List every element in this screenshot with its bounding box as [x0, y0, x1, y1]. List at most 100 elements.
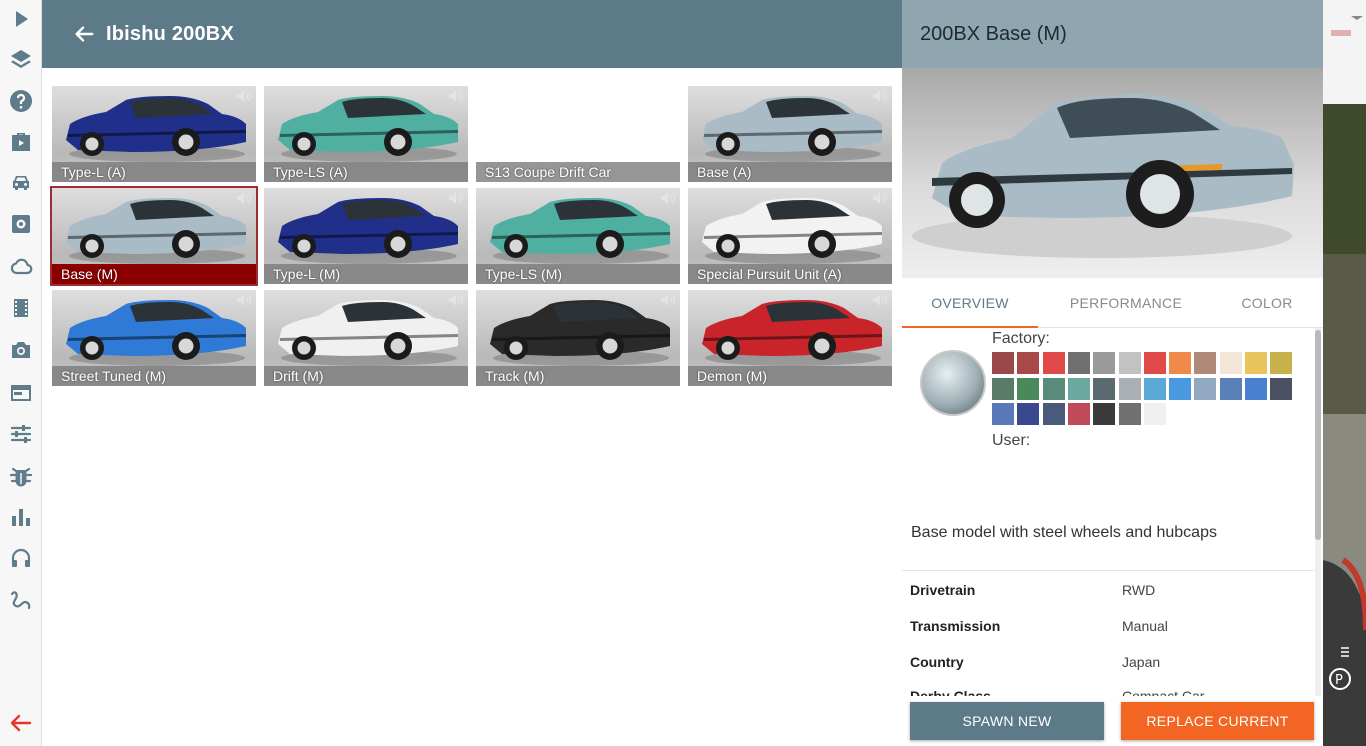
color-swatch[interactable]	[1067, 403, 1090, 425]
replace-current-button[interactable]: REPLACE CURRENT	[1121, 702, 1314, 740]
config-tile[interactable]: Base (M)	[50, 186, 258, 286]
config-tile[interactable]: Type-LS (A)	[264, 86, 468, 182]
performance-stats-button[interactable]	[0, 498, 42, 536]
car-thumbnail	[702, 198, 882, 264]
color-swatch[interactable]	[1093, 352, 1116, 374]
color-swatch[interactable]	[1017, 352, 1040, 374]
exit-button[interactable]	[0, 704, 42, 742]
detail-scrollbar-thumb[interactable]	[1315, 330, 1321, 540]
cloud-icon	[10, 258, 33, 275]
color-swatch[interactable]	[1245, 377, 1267, 400]
photo-mode-button[interactable]	[0, 331, 42, 369]
scenarios-button[interactable]	[0, 123, 42, 161]
spawn-new-button[interactable]: SPAWN NEW	[910, 702, 1104, 740]
color-swatch[interactable]	[1194, 352, 1217, 374]
environment-button[interactable]	[0, 247, 42, 285]
color-swatch[interactable]	[1143, 352, 1166, 374]
color-swatch[interactable]	[1042, 403, 1065, 425]
config-tile[interactable]: Demon (M)	[688, 290, 892, 386]
film-icon	[14, 299, 28, 317]
config-label: Special Pursuit Unit (A)	[688, 264, 892, 284]
config-tile[interactable]: Track (M)	[476, 290, 680, 386]
color-swatch[interactable]	[992, 403, 1014, 425]
paint-preview-sphere	[920, 350, 986, 416]
layers-icon	[11, 50, 31, 68]
help-icon	[10, 90, 32, 112]
play-icon	[16, 11, 28, 27]
speaker-icon	[237, 294, 252, 306]
tab-color[interactable]: COLOR	[1222, 284, 1312, 328]
vehicles-button[interactable]	[0, 164, 42, 202]
config-label: Type-L (A)	[52, 162, 256, 182]
config-label: Demon (M)	[688, 366, 892, 386]
tab-performance[interactable]: PERFORMANCE	[1052, 284, 1200, 328]
color-swatch[interactable]	[1093, 403, 1116, 425]
config-label: Type-L (M)	[264, 264, 468, 284]
vehicle-preview-image	[902, 68, 1323, 278]
color-swatch[interactable]	[1017, 403, 1040, 425]
debug-button[interactable]	[0, 457, 42, 495]
speaker-icon	[873, 192, 888, 204]
config-label: Base (A)	[688, 162, 892, 182]
play-button[interactable]	[0, 0, 42, 38]
user-colors-label: User:	[992, 432, 1031, 449]
color-swatch[interactable]	[1270, 377, 1293, 400]
color-swatch[interactable]	[1067, 352, 1090, 374]
color-swatch[interactable]	[992, 377, 1014, 400]
config-tile[interactable]: S13 Coupe Drift Car	[476, 86, 680, 182]
color-swatch[interactable]	[992, 352, 1014, 374]
color-swatch[interactable]	[1169, 377, 1192, 400]
color-swatch[interactable]	[1067, 377, 1090, 400]
audio-button[interactable]	[0, 539, 42, 577]
divider	[902, 570, 1314, 571]
config-tile[interactable]: Street Tuned (M)	[52, 290, 256, 386]
vehicle-header: Ibishu 200BX	[42, 0, 902, 68]
ui-apps-button[interactable]	[0, 374, 42, 412]
color-swatch[interactable]	[1118, 377, 1141, 400]
color-swatch[interactable]	[1017, 377, 1040, 400]
car-thumbnail	[66, 300, 246, 366]
color-swatch[interactable]	[1219, 377, 1242, 400]
color-swatch[interactable]	[1042, 377, 1065, 400]
color-swatch[interactable]	[1118, 403, 1141, 425]
color-swatch[interactable]	[1143, 377, 1166, 400]
help-button[interactable]	[0, 82, 42, 120]
color-swatch[interactable]	[1093, 377, 1116, 400]
vehicle-config-button[interactable]	[0, 205, 42, 243]
car-thumbnail	[278, 198, 458, 264]
color-swatch[interactable]	[1042, 352, 1065, 374]
briefcase-icon	[12, 133, 30, 151]
config-detail-panel: 200BX Base (M) OVERVIEW PERFORMANCE COLO…	[902, 0, 1323, 746]
config-label: S13 Coupe Drift Car	[476, 162, 680, 182]
back-button[interactable]	[64, 14, 104, 54]
speaker-icon	[449, 294, 464, 306]
replay-button[interactable]	[0, 289, 42, 327]
config-tile[interactable]: Type-L (M)	[264, 188, 468, 284]
config-label: Type-LS (A)	[264, 162, 468, 182]
game-viewport[interactable]: P	[1323, 0, 1366, 746]
config-tile[interactable]: Type-LS (M)	[476, 188, 680, 284]
color-swatch[interactable]	[1219, 352, 1242, 374]
color-swatch[interactable]	[1118, 352, 1141, 374]
speaker-icon	[449, 192, 464, 204]
color-swatch[interactable]	[1245, 352, 1267, 374]
config-tile[interactable]: Base (A)	[688, 86, 892, 182]
color-swatch[interactable]	[1270, 352, 1293, 374]
speaker-icon	[873, 90, 888, 102]
headphones-icon	[11, 548, 31, 567]
color-swatch[interactable]	[1143, 403, 1166, 425]
track-builder-button[interactable]	[0, 581, 42, 619]
config-tile[interactable]: Drift (M)	[264, 290, 468, 386]
factory-colors-label: Factory:	[992, 330, 1050, 347]
config-tile[interactable]: Special Pursuit Unit (A)	[688, 188, 892, 284]
layers-button[interactable]	[0, 41, 42, 79]
config-tile[interactable]: Type-L (A)	[52, 86, 256, 182]
speaker-icon	[873, 294, 888, 306]
options-button[interactable]	[0, 415, 42, 453]
config-label: Track (M)	[476, 366, 680, 386]
spec-value-transmission: Manual	[1122, 618, 1168, 634]
tab-overview[interactable]: OVERVIEW	[902, 284, 1038, 328]
color-swatch[interactable]	[1194, 377, 1217, 400]
color-swatch[interactable]	[1169, 352, 1192, 374]
car-thumbnail	[490, 300, 670, 366]
